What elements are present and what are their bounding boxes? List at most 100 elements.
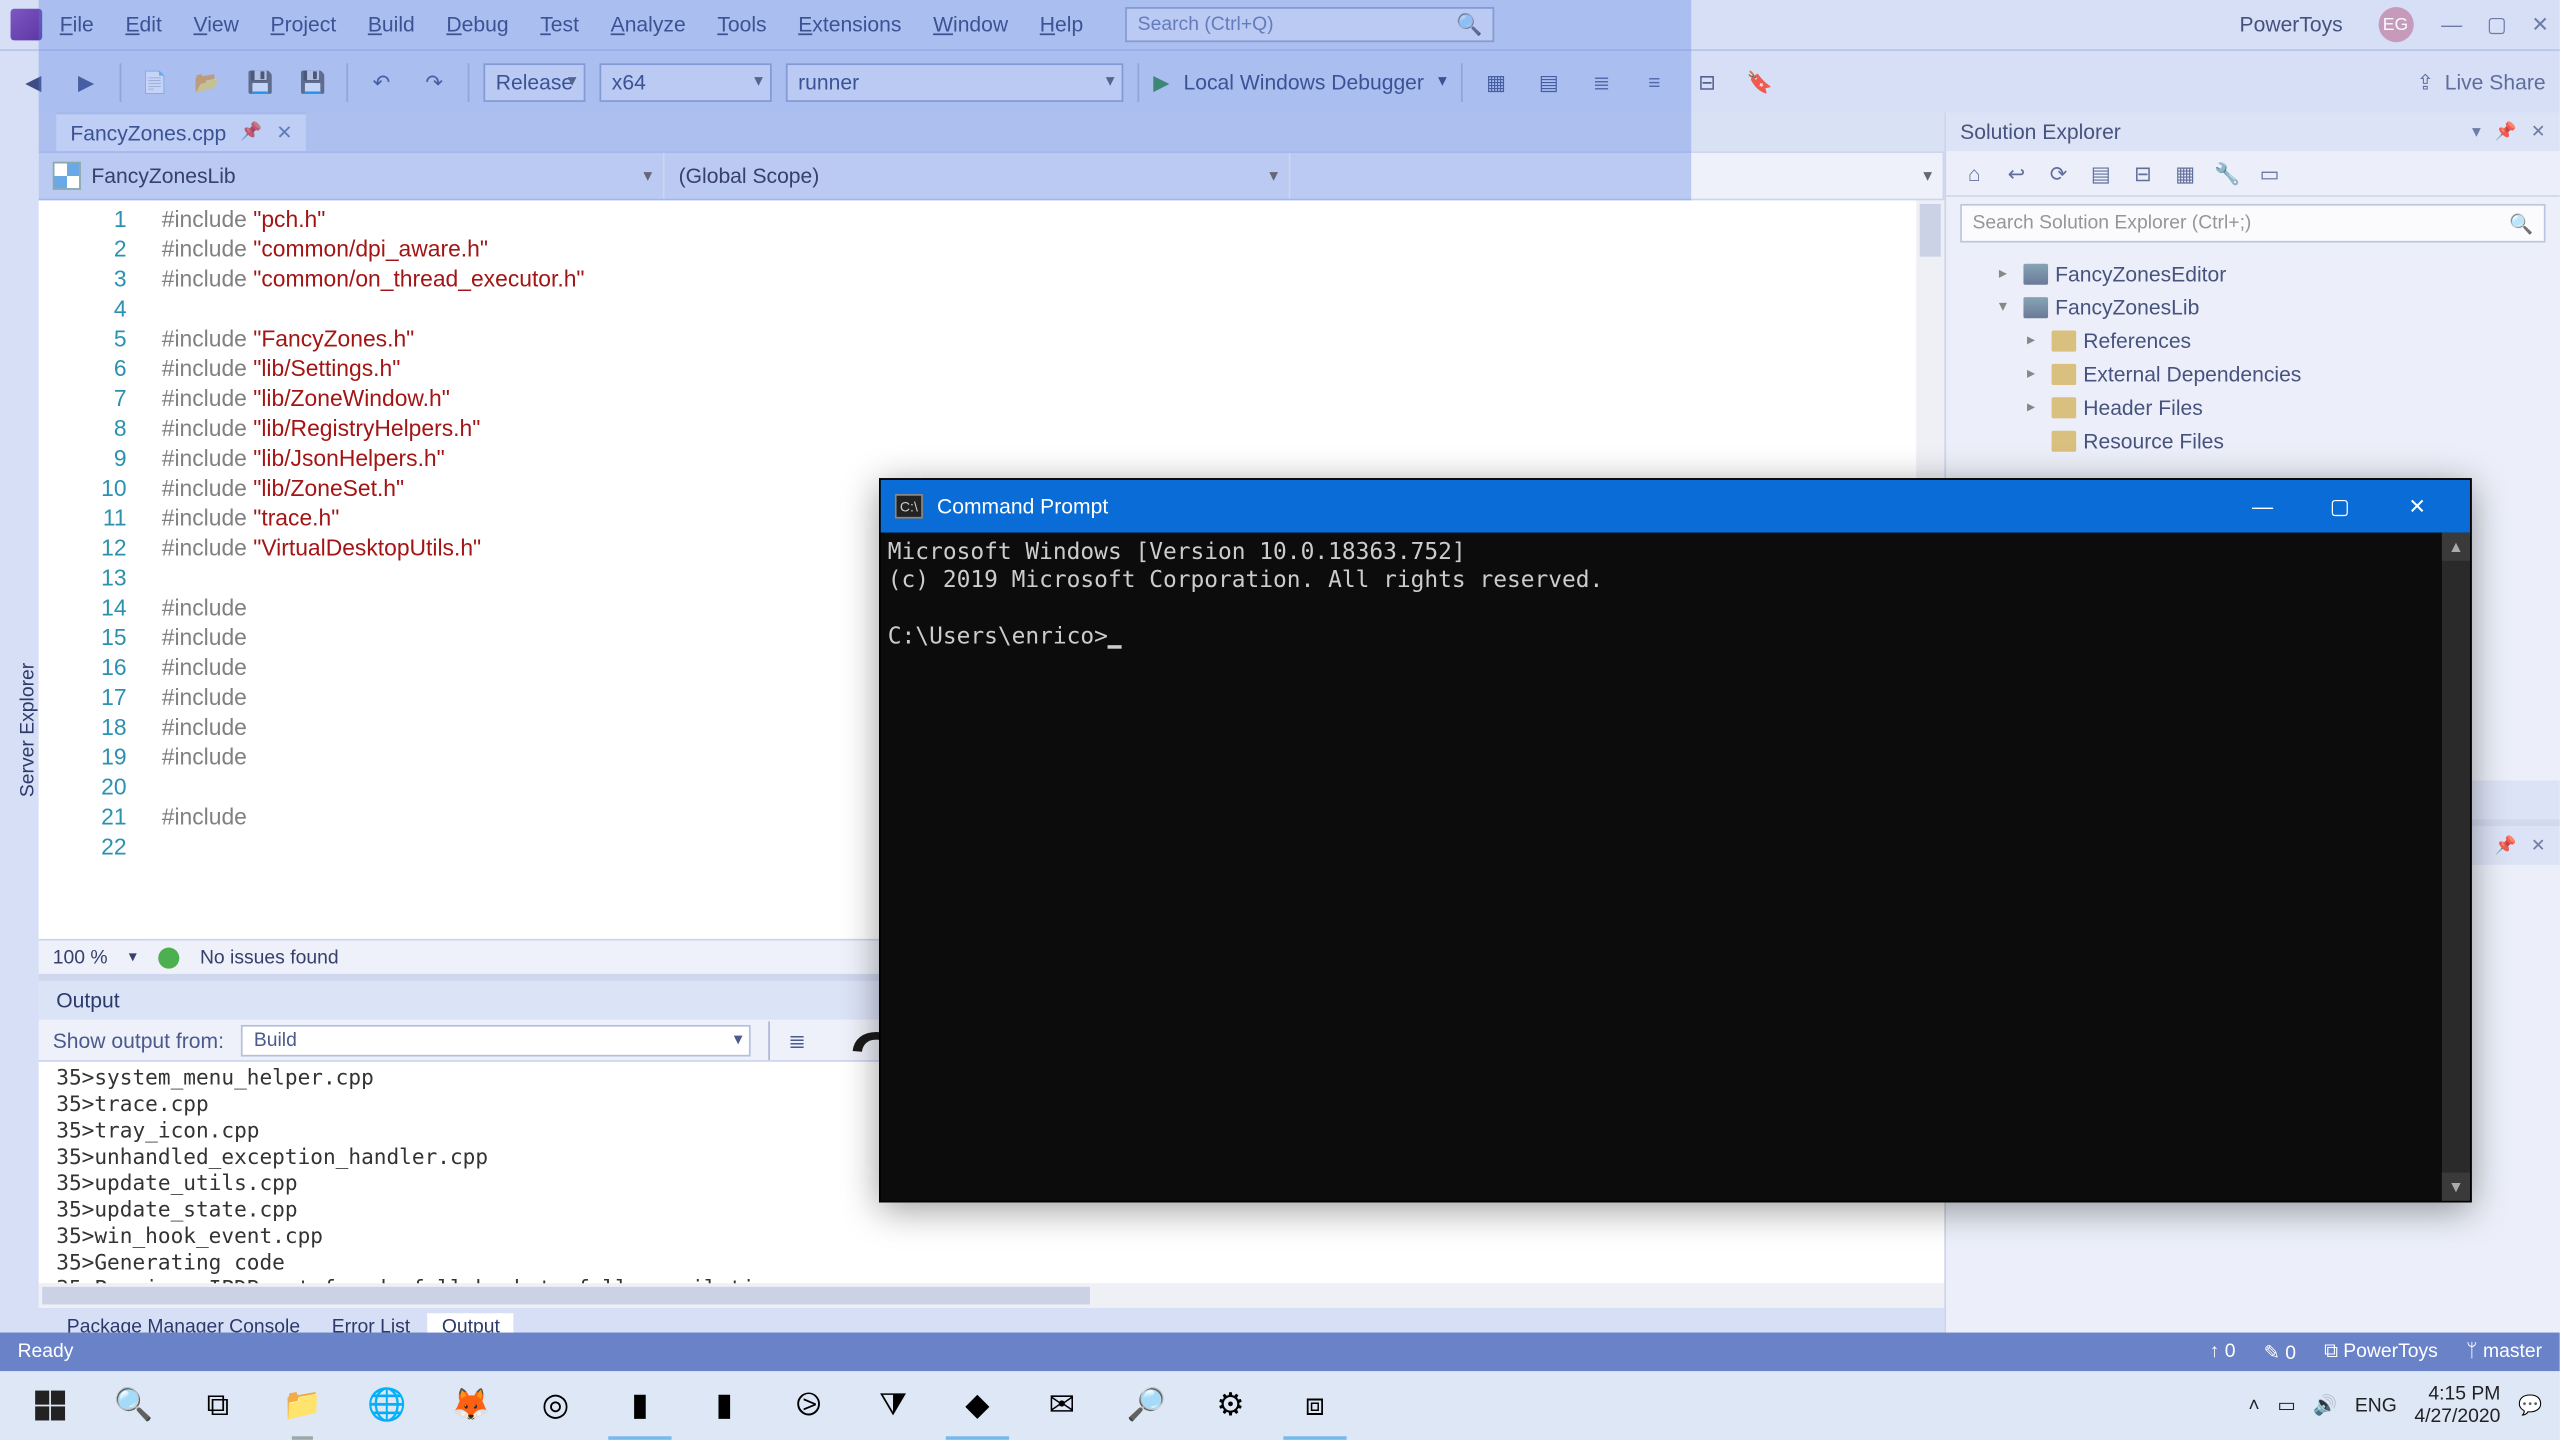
taskbar-explorer[interactable]: 📁 — [260, 1371, 344, 1440]
taskbar-terminal[interactable]: ▮ — [682, 1371, 766, 1440]
sol-showall-icon[interactable]: ▦ — [2171, 159, 2199, 187]
new-item-icon[interactable]: 📄 — [135, 62, 174, 101]
window-minimize-icon[interactable]: — — [2441, 12, 2462, 37]
sol-preview-icon[interactable]: ▭ — [2256, 159, 2284, 187]
tool-icon-3[interactable]: ≣ — [1582, 62, 1621, 101]
sol-back-icon[interactable]: ↩ — [2002, 159, 2030, 187]
solution-search[interactable]: Search Solution Explorer (Ctrl+;) 🔍 — [1960, 204, 2545, 243]
task-view[interactable]: ⧉ — [176, 1371, 260, 1440]
tool-icon-1[interactable]: ▦ — [1477, 62, 1516, 101]
menu-analyze[interactable]: Analyze — [611, 12, 686, 37]
output-hscroll[interactable] — [39, 1283, 1945, 1308]
tree-item[interactable]: ▸ Header Files — [1957, 390, 2549, 423]
nav-project-combo[interactable]: FancyZonesLib — [39, 153, 665, 199]
menu-test[interactable]: Test — [540, 12, 579, 37]
menu-debug[interactable]: Debug — [446, 12, 508, 37]
status-push[interactable]: ↑ 0 — [2210, 1341, 2236, 1362]
sol-home-icon[interactable]: ⌂ — [1960, 159, 1988, 187]
taskbar-powershell[interactable]: ⧁ — [766, 1371, 850, 1440]
zoom-combo[interactable]: 100 % — [53, 947, 108, 968]
taskbar-vs[interactable]: ◆ — [935, 1371, 1019, 1440]
panel-close-icon[interactable]: ✕ — [2531, 122, 2546, 141]
cmd-vscroll[interactable]: ▲ ▼ — [2442, 533, 2470, 1201]
taskbar-firefox[interactable]: 🦊 — [429, 1371, 513, 1440]
tree-item[interactable]: ▸ FancyZonesEditor — [1957, 257, 2549, 290]
taskbar-cmd[interactable]: ▮ — [598, 1371, 682, 1440]
tray-lang[interactable]: ENG — [2355, 1395, 2397, 1416]
close-icon[interactable]: ✕ — [276, 121, 292, 144]
tray-notifications-icon[interactable]: 💬 — [2518, 1394, 2542, 1417]
tool-icon-4[interactable]: ≡ — [1635, 62, 1674, 101]
open-icon[interactable]: 📂 — [188, 62, 227, 101]
doc-tab-fancyzones[interactable]: FancyZones.cpp 📌 ✕ — [56, 113, 306, 152]
status-pending[interactable]: ✎ 0 — [2264, 1340, 2296, 1363]
status-repo[interactable]: ⧉ PowerToys — [2324, 1340, 2438, 1363]
sol-sync-icon[interactable]: ⟳ — [2045, 159, 2073, 187]
tab-server-explorer[interactable]: Server Explorer — [18, 662, 39, 796]
undo-icon[interactable]: ↶ — [362, 62, 401, 101]
bookmark-icon[interactable]: 🔖 — [1740, 62, 1779, 101]
menu-help[interactable]: Help — [1040, 12, 1083, 37]
sol-tool-icon[interactable]: ▤ — [2087, 159, 2115, 187]
command-prompt-window[interactable]: C:\ Command Prompt — ▢ ✕ Microsoft Windo… — [879, 478, 2472, 1202]
cmd-close-button[interactable]: ✕ — [2379, 480, 2456, 533]
save-icon[interactable]: 💾 — [241, 62, 280, 101]
taskbar-chrome[interactable]: ◎ — [513, 1371, 597, 1440]
startup-combo[interactable]: runner — [786, 62, 1124, 101]
panel-pin-icon[interactable]: 📌 — [2495, 122, 2517, 141]
scroll-up-icon[interactable]: ▲ — [2442, 533, 2470, 561]
panel-close-icon[interactable]: ✕ — [2531, 836, 2546, 855]
taskbar-powertoys[interactable]: ⧈ — [1273, 1371, 1357, 1440]
menu-build[interactable]: Build — [368, 12, 415, 37]
output-tool-icon[interactable]: ≣ — [788, 1028, 806, 1053]
taskbar-app-1[interactable]: 🔎 — [1104, 1371, 1188, 1440]
tree-item[interactable]: Resource Files — [1957, 424, 2549, 457]
status-branch[interactable]: ᛘ master — [2466, 1341, 2542, 1362]
menu-view[interactable]: View — [193, 12, 238, 37]
nav-scope-combo[interactable]: (Global Scope) — [665, 153, 1291, 199]
cmd-titlebar[interactable]: C:\ Command Prompt — ▢ ✕ — [881, 480, 2470, 533]
tree-item[interactable]: ▾ FancyZonesLib — [1957, 290, 2549, 323]
platform-combo[interactable]: x64 — [599, 62, 771, 101]
menu-file[interactable]: File — [60, 12, 94, 37]
nav-member-combo[interactable] — [1290, 153, 1944, 199]
tray-volume-icon[interactable]: 🔊 — [2313, 1394, 2337, 1417]
panel-pin-icon[interactable]: 📌 — [2495, 836, 2517, 855]
menu-tools[interactable]: Tools — [717, 12, 766, 37]
start-debug-button[interactable]: Local Windows Debugger — [1184, 69, 1424, 94]
pin-icon[interactable]: 📌 — [240, 123, 262, 142]
window-close-icon[interactable]: ✕ — [2531, 12, 2549, 37]
tree-item[interactable]: ▸ External Dependencies — [1957, 357, 2549, 390]
sol-props-icon[interactable]: 🔧 — [2213, 159, 2241, 187]
scroll-down-icon[interactable]: ▼ — [2442, 1173, 2470, 1201]
menu-window[interactable]: Window — [933, 12, 1008, 37]
cmd-terminal[interactable]: Microsoft Windows [Version 10.0.18363.75… — [881, 533, 2442, 1201]
quick-search[interactable]: Search (Ctrl+Q) 🔍 — [1125, 7, 1494, 42]
redo-icon[interactable]: ↷ — [415, 62, 454, 101]
save-all-icon[interactable]: 💾 — [294, 62, 333, 101]
start-button[interactable] — [7, 1371, 91, 1440]
nav-back-icon[interactable]: ◀ — [14, 62, 53, 101]
taskbar-outlook[interactable]: ✉ — [1020, 1371, 1104, 1440]
sol-collapse-icon[interactable]: ⊟ — [2129, 159, 2157, 187]
cmd-maximize-button[interactable]: ▢ — [2301, 480, 2378, 533]
window-maximize-icon[interactable]: ▢ — [2487, 12, 2507, 37]
tray-battery-icon[interactable]: ▭ — [2277, 1394, 2295, 1417]
tray-clock[interactable]: 4:15 PM 4/27/2020 — [2414, 1383, 2500, 1429]
menu-edit[interactable]: Edit — [125, 12, 161, 37]
taskbar-edge[interactable]: 🌐 — [345, 1371, 429, 1440]
tool-icon-5[interactable]: ⊟ — [1688, 62, 1727, 101]
nav-fwd-icon[interactable]: ▶ — [67, 62, 106, 101]
menu-extensions[interactable]: Extensions — [798, 12, 901, 37]
live-share-button[interactable]: ⇪ Live Share — [2416, 69, 2545, 94]
tool-icon-2[interactable]: ▤ — [1529, 62, 1568, 101]
taskbar-vscode[interactable]: ⧩ — [851, 1371, 935, 1440]
output-source-combo[interactable]: Build — [242, 1024, 752, 1056]
config-combo[interactable]: Release — [483, 62, 585, 101]
menu-project[interactable]: Project — [271, 12, 337, 37]
taskbar-search[interactable]: 🔍 — [91, 1371, 175, 1440]
cmd-minimize-button[interactable]: — — [2224, 480, 2301, 533]
tree-item[interactable]: ▸ References — [1957, 323, 2549, 356]
tray-chevron-icon[interactable]: ˄ — [2248, 1395, 2259, 1416]
user-avatar[interactable]: EG — [2378, 7, 2413, 42]
